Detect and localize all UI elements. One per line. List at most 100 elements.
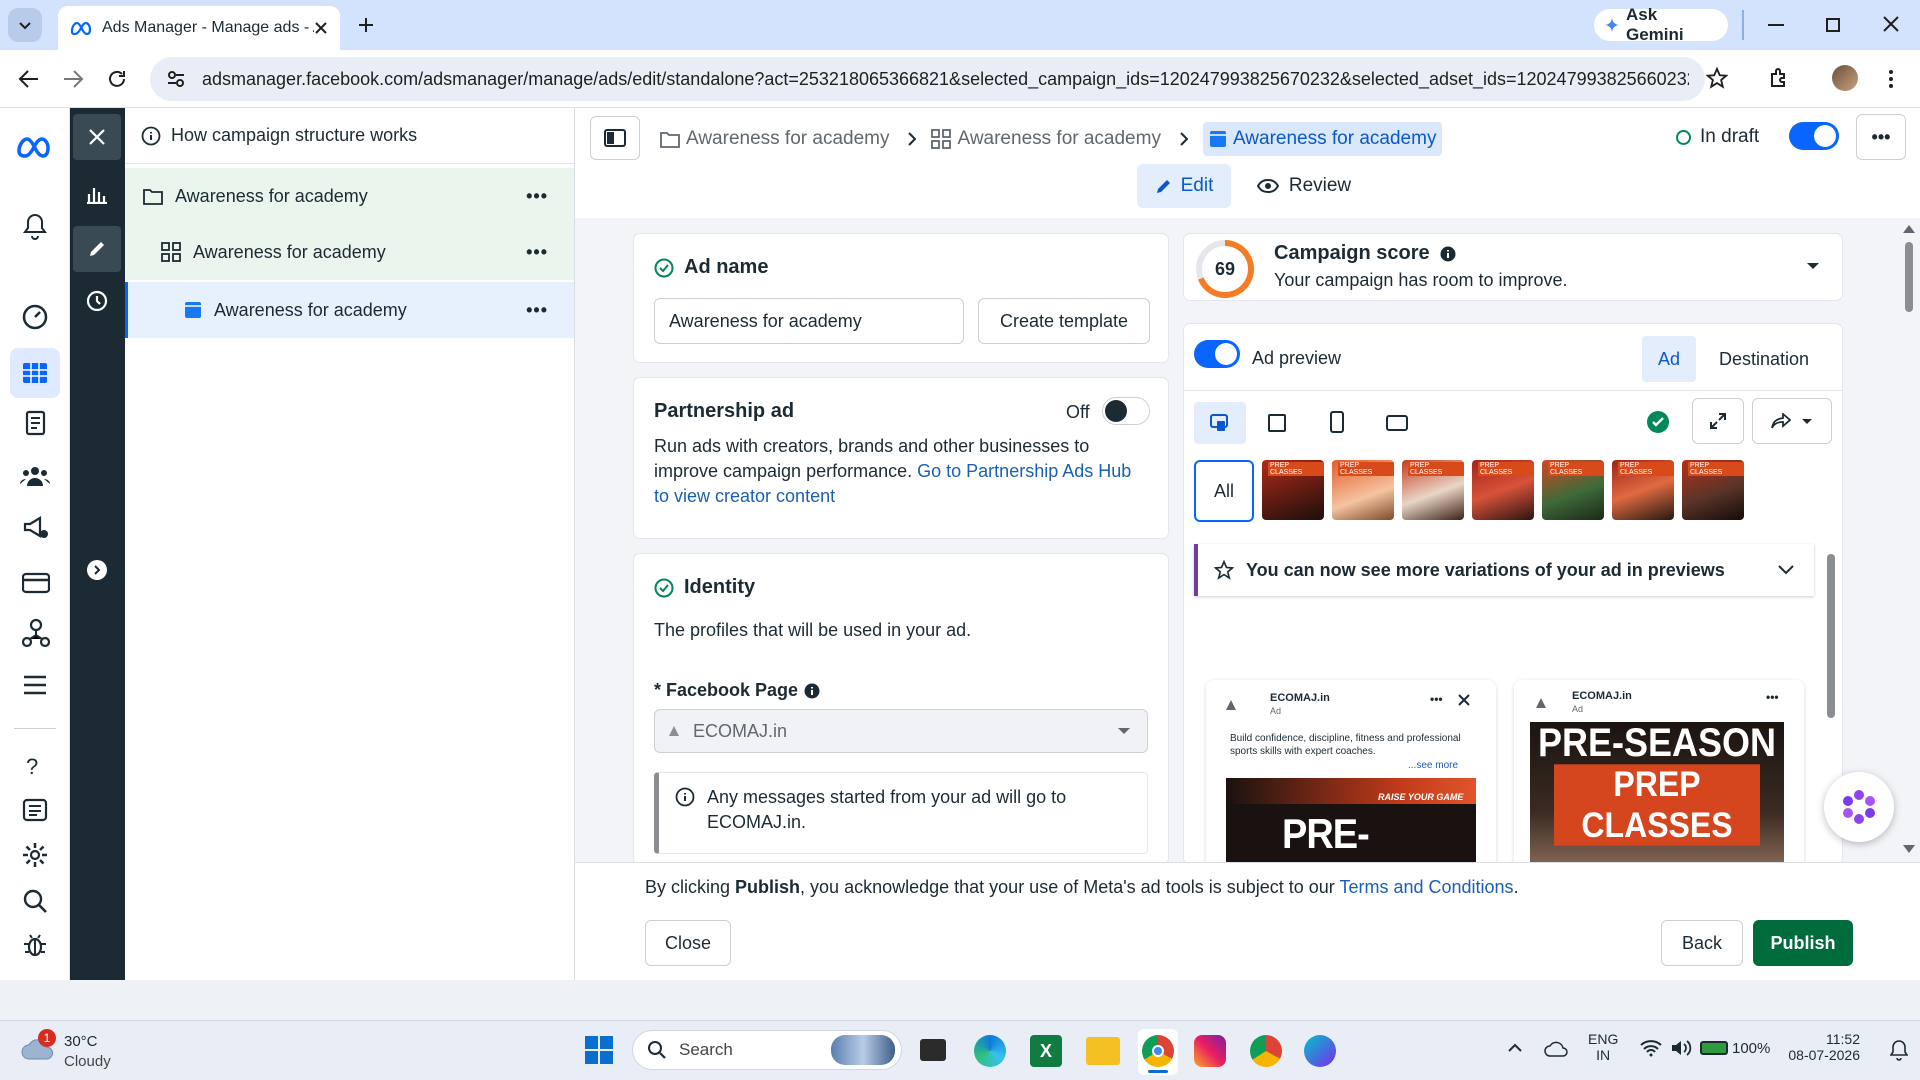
battery-icon[interactable] [1700, 1041, 1728, 1055]
forward-arrow-icon[interactable] [62, 68, 84, 90]
edge-browser-icon[interactable] [974, 1035, 1006, 1067]
ad-preview-toggle[interactable] [1194, 340, 1240, 368]
breadcrumb-ad[interactable]: Awareness for academy [1202, 122, 1443, 156]
see-more-link[interactable]: ...see more [1408, 760, 1458, 771]
close-panel-icon[interactable] [73, 114, 121, 160]
ai-assistant-icon[interactable] [1824, 772, 1894, 842]
audiences-icon[interactable] [20, 464, 50, 488]
performance-gauge-icon[interactable] [22, 304, 48, 330]
ad-active-toggle[interactable] [1789, 122, 1839, 150]
excel-icon[interactable]: X [1030, 1035, 1062, 1067]
review-mode-tab[interactable]: Review [1252, 164, 1356, 208]
variant-thumbnail[interactable]: PREP CLASSES [1612, 460, 1674, 520]
variant-all-button[interactable]: All [1194, 460, 1254, 522]
browser-menu-icon[interactable] [1888, 68, 1894, 90]
bookmark-star-icon[interactable] [1706, 67, 1728, 89]
placement-feed-icon[interactable] [1194, 402, 1246, 444]
campaign-structure-help[interactable]: How campaign structure works [125, 108, 574, 164]
chrome-active-tile[interactable] [1138, 1029, 1178, 1075]
tree-item-adset[interactable]: Awareness for academy ••• [125, 224, 574, 280]
expand-chevron-icon[interactable] [87, 560, 107, 580]
new-tab-icon[interactable] [348, 7, 384, 43]
meta-logo-icon[interactable] [16, 136, 54, 158]
language-indicator[interactable]: ENG IN [1588, 1031, 1618, 1063]
tab-search-button[interactable] [8, 8, 42, 42]
search-icon[interactable] [22, 888, 48, 914]
business-network-icon[interactable] [22, 618, 50, 648]
all-tools-menu-icon[interactable] [22, 674, 48, 696]
browser-tab[interactable]: Ads Manager - Manage ads - A [58, 6, 340, 50]
facebook-page-select[interactable]: ECOMAJ.in [654, 709, 1148, 753]
site-settings-icon[interactable] [166, 69, 186, 89]
insights-chart-icon[interactable] [86, 184, 108, 204]
reload-icon[interactable] [106, 68, 128, 90]
variant-thumbnail[interactable]: PREP CLASSES [1402, 460, 1464, 520]
back-button[interactable]: Back [1661, 920, 1743, 966]
clock[interactable]: 11:52 08-07-2026 [1788, 1031, 1860, 1063]
chevron-up-icon[interactable] [1508, 1043, 1522, 1053]
caret-down-icon[interactable] [1806, 262, 1820, 270]
report-bug-icon[interactable] [22, 932, 48, 958]
close-window-icon[interactable] [1882, 15, 1900, 33]
maximize-icon[interactable] [1826, 18, 1840, 32]
create-template-button[interactable]: Create template [978, 298, 1150, 344]
variant-thumbnail[interactable]: PREP CLASSES [1682, 460, 1744, 520]
placement-landscape-icon[interactable] [1386, 415, 1408, 431]
more-options-icon[interactable]: ••• [1766, 690, 1779, 704]
breadcrumb-adset[interactable]: Awareness for academy [957, 128, 1160, 150]
more-options-icon[interactable]: ••• [526, 242, 548, 263]
notifications-bell-icon[interactable] [22, 212, 48, 240]
close-tab-icon[interactable] [314, 21, 328, 35]
expand-preview-icon[interactable] [1692, 398, 1744, 444]
page-scrollbar[interactable] [1902, 224, 1916, 854]
volume-icon[interactable] [1670, 1039, 1692, 1057]
help-icon[interactable]: ? [26, 754, 38, 780]
placement-square-icon[interactable] [1268, 414, 1286, 432]
chrome-profile-icon[interactable] [1250, 1035, 1282, 1067]
breadcrumb-campaign[interactable]: Awareness for academy [686, 128, 889, 150]
partnership-toggle[interactable] [1102, 397, 1150, 425]
onedrive-cloud-icon[interactable] [1544, 1041, 1568, 1057]
publish-button[interactable]: Publish [1753, 920, 1853, 966]
close-button[interactable]: Close [645, 920, 731, 966]
variant-thumbnail[interactable]: PREP CLASSES [1332, 460, 1394, 520]
share-preview-button[interactable] [1752, 398, 1832, 444]
info-filled-icon[interactable] [804, 683, 820, 699]
ad-name-input[interactable]: Awareness for academy [654, 298, 964, 344]
ad-tools-megaphone-icon[interactable] [22, 514, 50, 540]
close-icon[interactable] [1458, 694, 1470, 706]
variant-thumbnail[interactable]: PREP CLASSES [1262, 460, 1324, 520]
reports-icon[interactable] [22, 410, 48, 438]
notification-bell-icon[interactable] [1890, 1039, 1908, 1061]
more-options-icon[interactable]: ••• [526, 186, 548, 207]
variant-thumbnail[interactable]: PREP CLASSES [1472, 460, 1534, 520]
tab-ad[interactable]: Ad [1642, 336, 1696, 382]
tab-destination[interactable]: Destination [1706, 336, 1822, 382]
back-arrow-icon[interactable] [18, 68, 40, 90]
more-actions-button[interactable]: ••• [1856, 114, 1906, 160]
tree-item-campaign[interactable]: Awareness for academy ••• [125, 168, 574, 224]
variant-thumbnail[interactable]: PREP CLASSES [1542, 460, 1604, 520]
profile-avatar[interactable] [1832, 65, 1858, 91]
wifi-icon[interactable] [1640, 1039, 1662, 1057]
billing-card-icon[interactable] [22, 572, 50, 594]
terms-link[interactable]: Terms and Conditions [1339, 877, 1513, 897]
toggle-panel-button[interactable] [590, 116, 640, 160]
address-bar[interactable]: adsmanager.facebook.com/adsmanager/manag… [150, 57, 1705, 101]
instagram-icon[interactable] [1194, 1035, 1226, 1067]
file-explorer-icon[interactable] [1086, 1037, 1120, 1065]
extensions-icon[interactable] [1768, 67, 1790, 89]
history-clock-icon[interactable] [86, 290, 108, 312]
more-options-icon[interactable]: ••• [1430, 692, 1443, 706]
taskbar-search[interactable]: Search [632, 1030, 902, 1070]
variations-banner[interactable]: You can now see more variations of your … [1194, 544, 1814, 596]
edit-pencil-icon[interactable] [73, 226, 121, 272]
placement-vertical-icon[interactable] [1330, 411, 1344, 433]
canva-icon[interactable] [1304, 1035, 1336, 1067]
news-feed-icon[interactable] [22, 798, 48, 822]
more-options-icon[interactable]: ••• [526, 300, 548, 321]
minimize-icon[interactable] [1768, 24, 1784, 26]
info-filled-icon[interactable] [1440, 246, 1456, 262]
tree-item-ad[interactable]: Awareness for academy ••• [125, 282, 574, 338]
campaigns-table-icon[interactable] [10, 348, 60, 398]
